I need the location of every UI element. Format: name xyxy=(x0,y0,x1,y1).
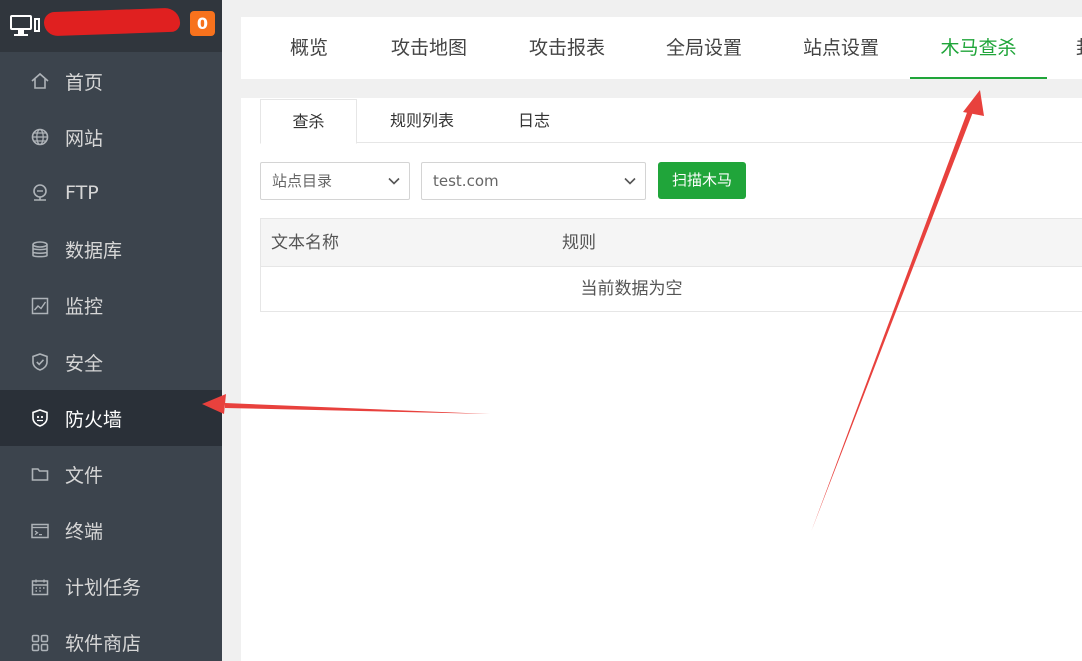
sidebar-menu: 首页 网站 FTP 数据库 监控 安全 防火墙 文件 终端 计划任务 软件商店 xyxy=(0,53,222,661)
sidebar-item-label: 防火墙 xyxy=(65,408,123,431)
home-icon xyxy=(30,71,50,91)
chevron-down-icon xyxy=(624,177,636,185)
sidebar-item-firewall[interactable]: 防火墙 xyxy=(0,390,222,447)
sidebar-item-website[interactable]: 网站 xyxy=(0,109,222,165)
sidebar-item-monitor[interactable]: 监控 xyxy=(0,278,222,334)
sidebar-item-app-store[interactable]: 软件商店 xyxy=(0,615,222,661)
tab-attack-map[interactable]: 攻击地图 xyxy=(391,17,467,79)
tab-ban[interactable]: 封 xyxy=(1076,17,1082,79)
sidebar-item-label: 首页 xyxy=(65,71,104,94)
scan-trojan-button[interactable]: 扫描木马 xyxy=(658,162,746,199)
directory-select[interactable]: 站点目录 xyxy=(260,162,410,200)
server-header: 92 0 xyxy=(0,0,222,52)
sidebar: 92 0 首页 网站 FTP 数据库 xyxy=(0,0,222,661)
sidebar-item-home[interactable]: 首页 xyxy=(0,53,222,109)
scan-results-table: 文本名称 规则 当前数据为空 xyxy=(260,218,1082,312)
column-header-file-name: 文本名称 xyxy=(271,233,339,253)
sidebar-item-files[interactable]: 文件 xyxy=(0,446,222,502)
subtab-scan[interactable]: 查杀 xyxy=(260,99,357,144)
calendar-icon xyxy=(30,577,50,597)
subtab-log[interactable]: 日志 xyxy=(494,99,574,143)
sidebar-item-ftp[interactable]: FTP xyxy=(0,165,222,221)
tab-site-settings[interactable]: 站点设置 xyxy=(803,17,879,79)
monitor-icon xyxy=(30,296,50,316)
database-icon xyxy=(30,240,50,260)
sub-tab-bar: 查杀 规则列表 日志 xyxy=(260,99,1082,144)
waf-icon xyxy=(30,408,50,428)
sidebar-item-label: 软件商店 xyxy=(65,633,142,656)
sidebar-item-label: FTP xyxy=(65,182,99,205)
redaction-mark xyxy=(43,7,181,37)
tab-attack-report[interactable]: 攻击报表 xyxy=(529,17,605,79)
sidebar-item-label: 网站 xyxy=(65,127,104,150)
terminal-icon xyxy=(30,521,50,541)
sidebar-item-label: 监控 xyxy=(65,296,104,319)
sidebar-item-label: 终端 xyxy=(65,521,104,544)
tab-overview[interactable]: 概览 xyxy=(290,17,328,79)
directory-select-value: 站点目录 xyxy=(272,172,333,190)
table-header: 文本名称 规则 xyxy=(261,219,1082,267)
apps-icon xyxy=(30,633,50,653)
computer-icon xyxy=(10,15,40,37)
column-header-rule: 规则 xyxy=(562,233,596,253)
chevron-down-icon xyxy=(388,177,400,185)
site-select[interactable]: test.com xyxy=(421,162,646,200)
top-tab-bar: 概览 攻击地图 攻击报表 全局设置 站点设置 木马查杀 封 xyxy=(241,17,1082,79)
sidebar-item-security[interactable]: 安全 xyxy=(0,334,222,390)
ftp-icon xyxy=(30,183,50,203)
subtab-rule-list[interactable]: 规则列表 xyxy=(370,99,474,143)
sidebar-item-label: 安全 xyxy=(65,352,104,375)
shield-icon xyxy=(30,352,50,372)
tab-trojan-scan-label: 木马查杀 xyxy=(940,37,1017,59)
tab-global-settings[interactable]: 全局设置 xyxy=(666,17,742,79)
globe-icon xyxy=(30,127,50,147)
tab-trojan-scan[interactable]: 木马查杀 xyxy=(910,17,1047,79)
notification-badge[interactable]: 0 xyxy=(190,11,215,36)
sidebar-item-terminal[interactable]: 终端 xyxy=(0,503,222,559)
sidebar-item-label: 文件 xyxy=(65,464,104,487)
active-tab-underline xyxy=(910,77,1047,79)
empty-state-text: 当前数据为空 xyxy=(580,279,683,299)
sidebar-item-database[interactable]: 数据库 xyxy=(0,222,222,278)
sidebar-item-label: 计划任务 xyxy=(65,577,142,600)
scan-panel: 查杀 规则列表 日志 站点目录 test.com 扫描木马 文本名称 规则 当前… xyxy=(241,98,1082,661)
folder-icon xyxy=(30,464,50,484)
site-select-value: test.com xyxy=(433,172,499,190)
sidebar-item-cron[interactable]: 计划任务 xyxy=(0,559,222,615)
sidebar-item-label: 数据库 xyxy=(65,240,123,263)
